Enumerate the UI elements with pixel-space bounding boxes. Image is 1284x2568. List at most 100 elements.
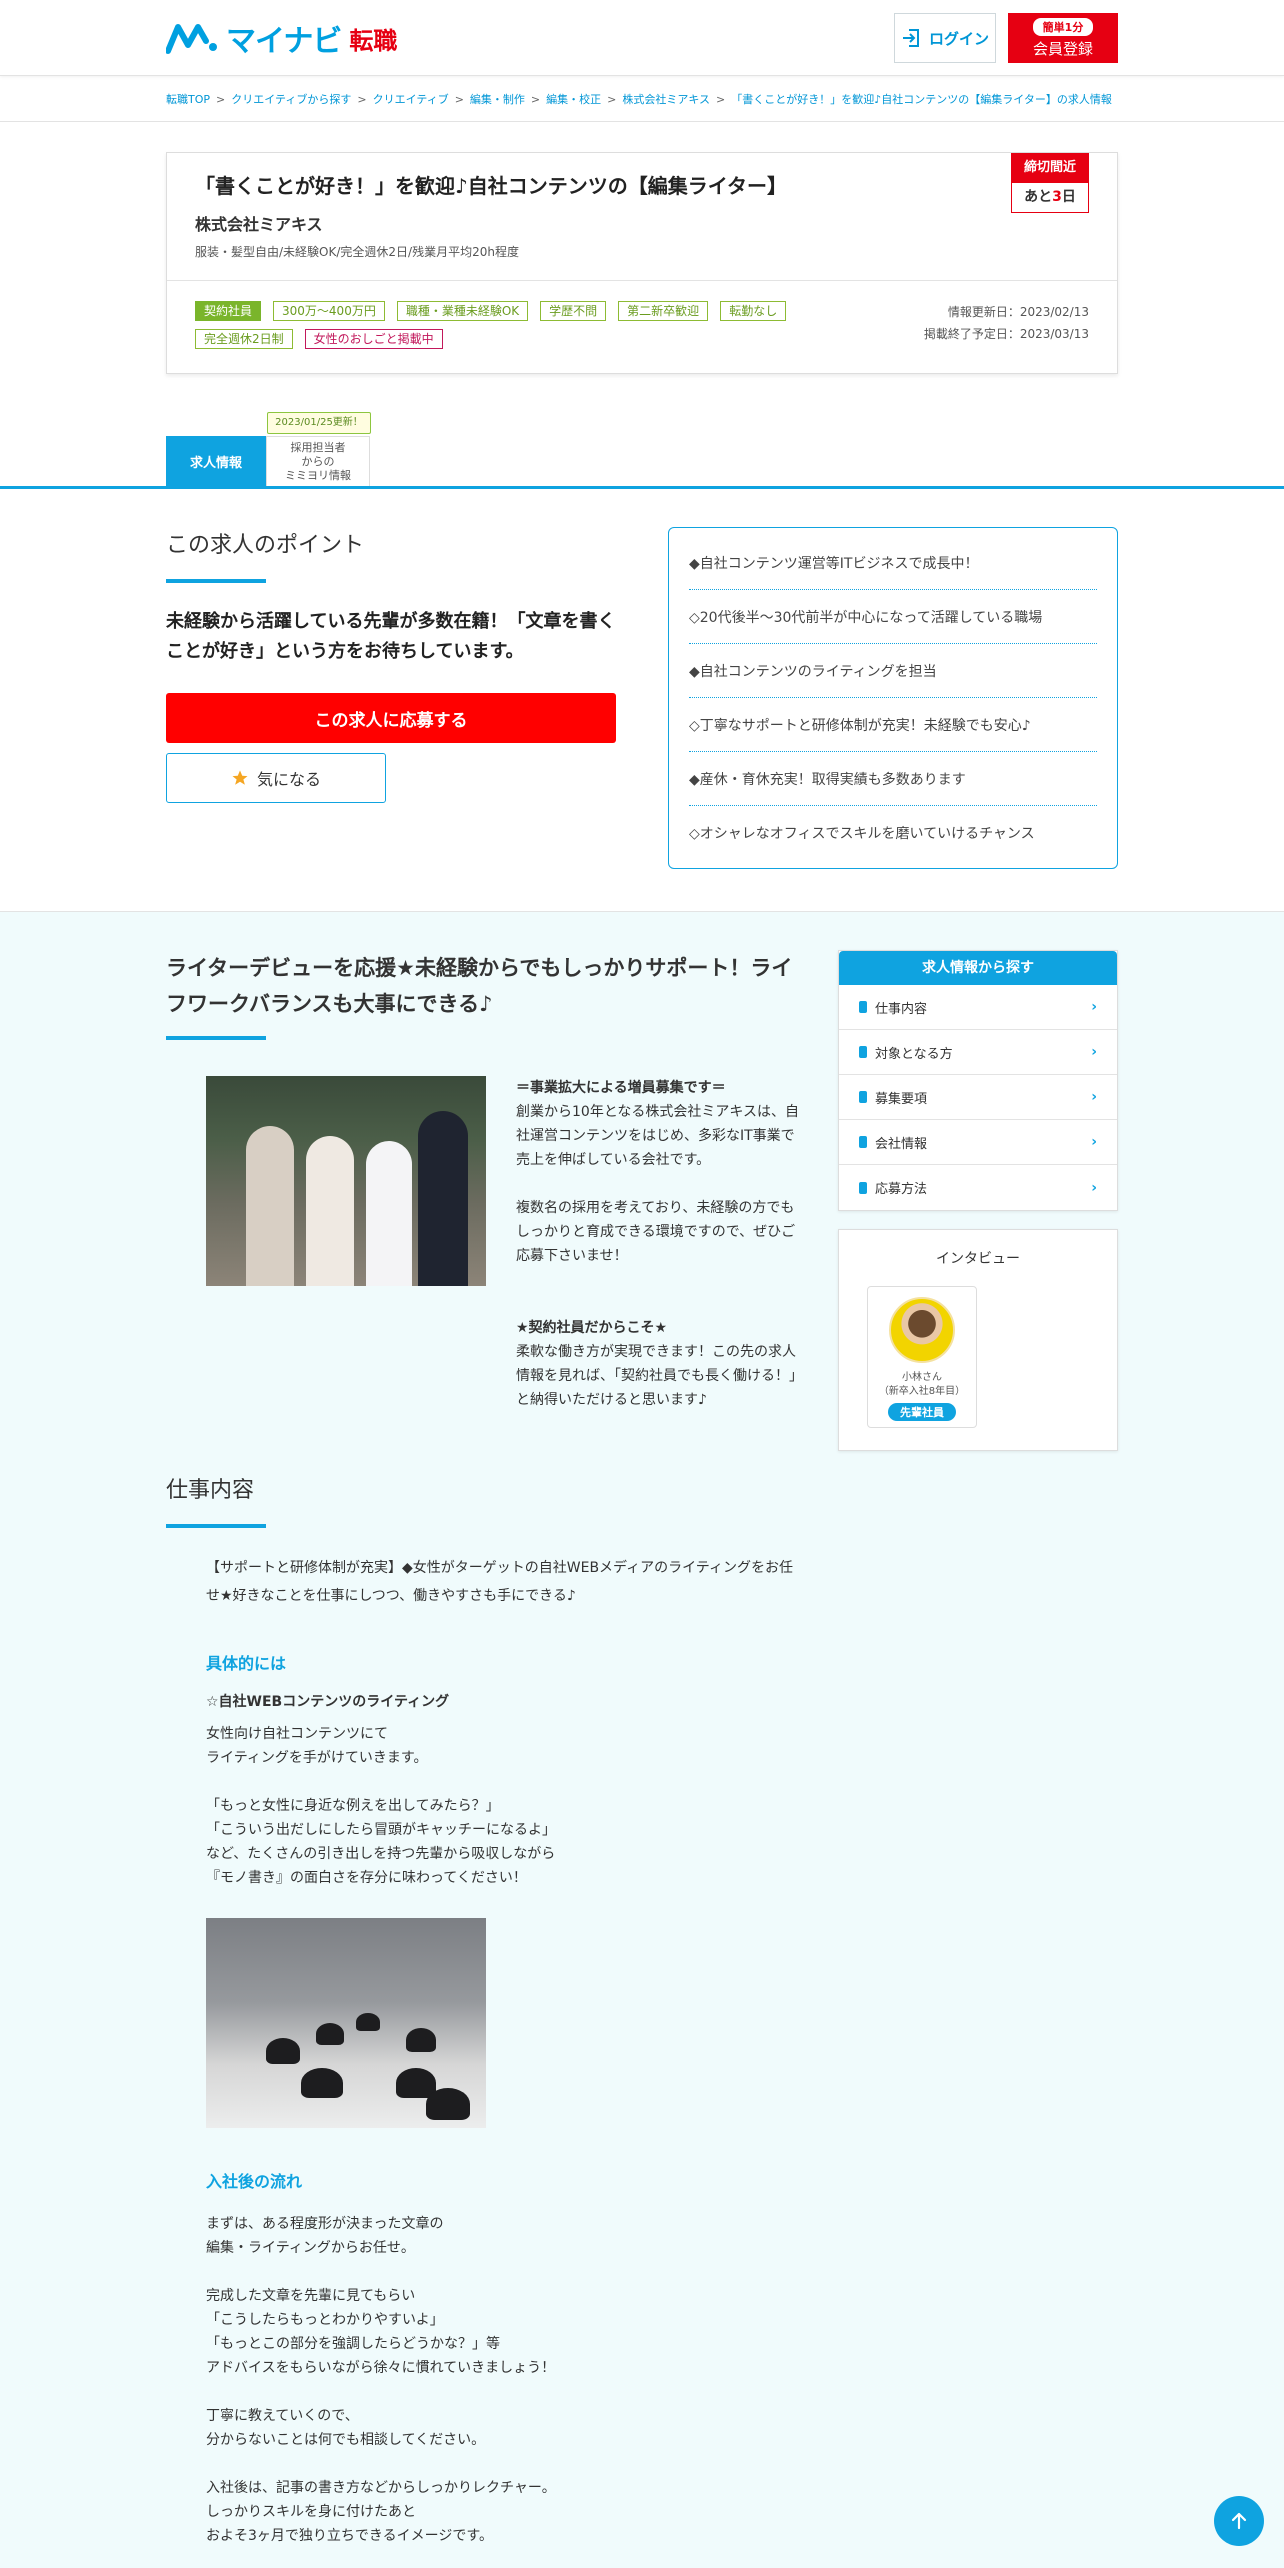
avatar: [889, 1297, 955, 1363]
tab-label-line: 採用担当者: [290, 440, 346, 454]
team-photo: [206, 1076, 486, 1286]
breadcrumb-item[interactable]: 株式会社ミアキス: [622, 91, 710, 107]
chevron-right-icon: ›: [1091, 1044, 1097, 1060]
job-tag: 職種・業種未経験OK: [396, 301, 529, 321]
side-item-target[interactable]: 対象となる方 ›: [839, 1030, 1117, 1075]
subheading-details: 具体的には: [206, 1654, 287, 1673]
job-tag: 300万～400万円: [273, 301, 385, 321]
favorite-button[interactable]: 気になる: [166, 753, 386, 803]
job-summary-card: 「書くことが好き！」を歓迎♪自社コンテンツの【編集ライター】 株式会社ミアキス …: [166, 152, 1118, 374]
intro-paragraph: 複数名の採用を考えており、未経験の方でもしっかりと育成できる環境ですので、ぜひご…: [516, 1200, 796, 1264]
bullet-icon: [859, 1136, 867, 1148]
register-pill: 簡単1分: [1032, 17, 1094, 36]
register-label: 会員登録: [1032, 39, 1093, 58]
breadcrumb-sep: >: [607, 92, 617, 106]
intro-title: ライターデビューを応援★未経験からでもしっかりサポート！ライフワークバランスも大…: [166, 956, 793, 1016]
chevron-right-icon: ›: [1091, 1179, 1097, 1196]
breadcrumb-sep: >: [216, 92, 226, 106]
tab-job-info[interactable]: 求人情報: [166, 436, 266, 486]
interview-title: インタビュー: [936, 1251, 1020, 1267]
job-tag: 女性のおしごと掲載中: [304, 329, 443, 349]
interview-card[interactable]: 小林さん （新卒入社8年目） 先輩社員: [867, 1286, 977, 1428]
point-item: ◇20代後半～30代前半が中心になって活躍している職場: [689, 590, 1097, 644]
job-content-title: 仕事内容: [166, 1478, 255, 1503]
interviewee-name: 小林さん: [902, 1372, 942, 1383]
point-item: ◇丁寧なサポートと研修体制が充実！未経験でも安心♪: [689, 698, 1097, 752]
job-points-section: この求人のポイント 未経験から活躍している先輩が多数在籍！「文章を書くことが好き…: [0, 489, 1284, 912]
deadline-label: 締切間近: [1011, 153, 1089, 183]
bullet-icon: [859, 1001, 867, 1013]
end-date: 掲載終了予定日：2023/03/13: [923, 327, 1089, 341]
subheading-flow: 入社後の流れ: [206, 2172, 303, 2191]
details-bold: ☆自社WEBコンテンツのライティング: [206, 1694, 450, 1710]
chevron-right-icon: ›: [1091, 1089, 1097, 1105]
title-underline: [166, 1524, 266, 1528]
breadcrumb-item[interactable]: クリエイティブから探す: [231, 91, 351, 107]
login-button[interactable]: ログイン: [894, 13, 996, 63]
point-item: ◆自社コンテンツのライティングを担当: [689, 644, 1097, 698]
chevron-right-icon: ›: [1091, 999, 1097, 1015]
bullet-icon: [859, 1046, 867, 1058]
back-to-top-button[interactable]: [1214, 2496, 1264, 2546]
search-nav-head: 求人情報から探す: [839, 951, 1117, 985]
logo-mark-icon: [166, 24, 217, 54]
side-item-company[interactable]: 会社情報 ›: [839, 1120, 1117, 1165]
breadcrumb-item[interactable]: 編集・制作: [470, 91, 525, 107]
title-underline: [166, 579, 266, 583]
job-tags: 契約社員 300万～400万円 職種・業種未経験OK 学歴不問 第二新卒歓迎 転勤なし完全…: [195, 301, 845, 349]
point-item: ◇オシャレなオフィスでスキルを磨いていけるチャンス: [689, 826, 1035, 842]
breadcrumb-sep: >: [716, 92, 726, 106]
title-underline: [166, 1036, 266, 1040]
interviewee-badge: 先輩社員: [888, 1403, 956, 1421]
breadcrumb: 転職TOP > クリエイティブから探す > クリエイティブ > 編集・制作 > …: [0, 76, 1284, 122]
side-item-label: 会社情報: [875, 1136, 928, 1152]
side-item-apply[interactable]: 応募方法 ›: [839, 1165, 1117, 1210]
register-button[interactable]: 簡単1分 会員登録: [1008, 13, 1118, 63]
breadcrumb-sep: >: [357, 92, 367, 106]
updated-date: 情報更新日：2023/02/13: [947, 305, 1089, 319]
breadcrumb-sep: >: [530, 92, 541, 106]
details-body: 女性向け自社コンテンツにて ライティングを手がけていきます。 「もっと女性に身近…: [206, 1726, 556, 1886]
job-tag: 完全週休2日制: [195, 329, 293, 349]
job-tag: 転勤なし: [720, 301, 787, 321]
logo[interactable]: マイナビ 転職: [166, 16, 397, 60]
breadcrumb-item[interactable]: 編集・校正: [546, 91, 601, 107]
logo-sub: 転職: [349, 26, 398, 55]
job-tag: 第二新卒歓迎: [618, 301, 709, 321]
chevron-right-icon: ›: [1091, 1134, 1097, 1150]
deadline-count: あと3日: [1011, 183, 1089, 213]
tab-label-line: ミミヨリ情報: [285, 468, 351, 482]
side-item-requirements[interactable]: 募集要項 ›: [839, 1075, 1117, 1120]
intro-paragraph: 柔軟な働き方が実現できます！この先の求人情報を見れば、「契約社員でも長く働ける！…: [516, 1344, 803, 1408]
main-content: ライターデビューを応援★未経験からでもしっかりサポート！ライフワークバランスも大…: [0, 912, 1284, 2568]
job-tag: 契約社員: [195, 301, 262, 321]
deadline-badge: 締切間近 あと3日: [1011, 153, 1089, 213]
side-item-job-content[interactable]: 仕事内容 ›: [839, 985, 1117, 1030]
job-subinfo: 服装・髪型自由/未経験OK/完全週休2日/残業月平均20h程度: [195, 245, 519, 259]
side-item-label: 対象となる方: [875, 1046, 953, 1062]
site-header: マイナビ 転職 ログイン 簡単1分 会員登録: [0, 0, 1284, 76]
login-icon: [902, 29, 919, 47]
points-list: ◆自社コンテンツ運営等ITビジネスで成長中！ ◇20代後半～30代前半が中心にな…: [668, 527, 1118, 869]
interview-box: インタビュー 小林さん （新卒入社8年目） 先輩社員: [838, 1229, 1118, 1451]
apply-button[interactable]: この求人に応募する: [166, 693, 616, 743]
point-item: ◆産休・育休充実！取得実績も多数あります: [689, 752, 1097, 806]
bullet-icon: [859, 1091, 867, 1103]
login-label: ログイン: [928, 29, 989, 48]
job-tag: 学歴不問: [540, 301, 607, 321]
job-title: 「書くことが好き！」を歓迎♪自社コンテンツの【編集ライター】: [195, 174, 787, 198]
breadcrumb-item[interactable]: クリエイティブ: [373, 91, 449, 107]
points-lead: 未経験から活躍している先輩が多数在籍！「文章を書くことが好き」という方をお待ちし…: [166, 611, 616, 662]
breadcrumb-item[interactable]: 転職TOP: [166, 91, 210, 107]
breadcrumb-sep: >: [454, 92, 464, 106]
search-nav-box: 求人情報から探す 仕事内容 › 対象となる方 › 募集要項 › 会社情報 › 応募方法 ›: [838, 950, 1118, 1211]
star-icon: [232, 770, 248, 785]
intro-heading-2: ★契約社員だからこそ★: [516, 1320, 668, 1336]
company-name[interactable]: 株式会社ミアキス: [195, 211, 1089, 235]
tab-recruiter-info[interactable]: 2023/01/25更新！ 採用担当者 からの ミミヨリ情報: [266, 412, 371, 486]
job-content-lead: 【サポートと研修体制が充実】◆女性がターゲットの自社WEBメディアのライティング…: [206, 1560, 793, 1604]
favorite-label: 気になる: [256, 770, 321, 789]
logo-text: マイナビ: [226, 24, 342, 59]
side-item-label: 募集要項: [875, 1091, 928, 1107]
update-badge: 2023/01/25更新！: [267, 412, 371, 434]
